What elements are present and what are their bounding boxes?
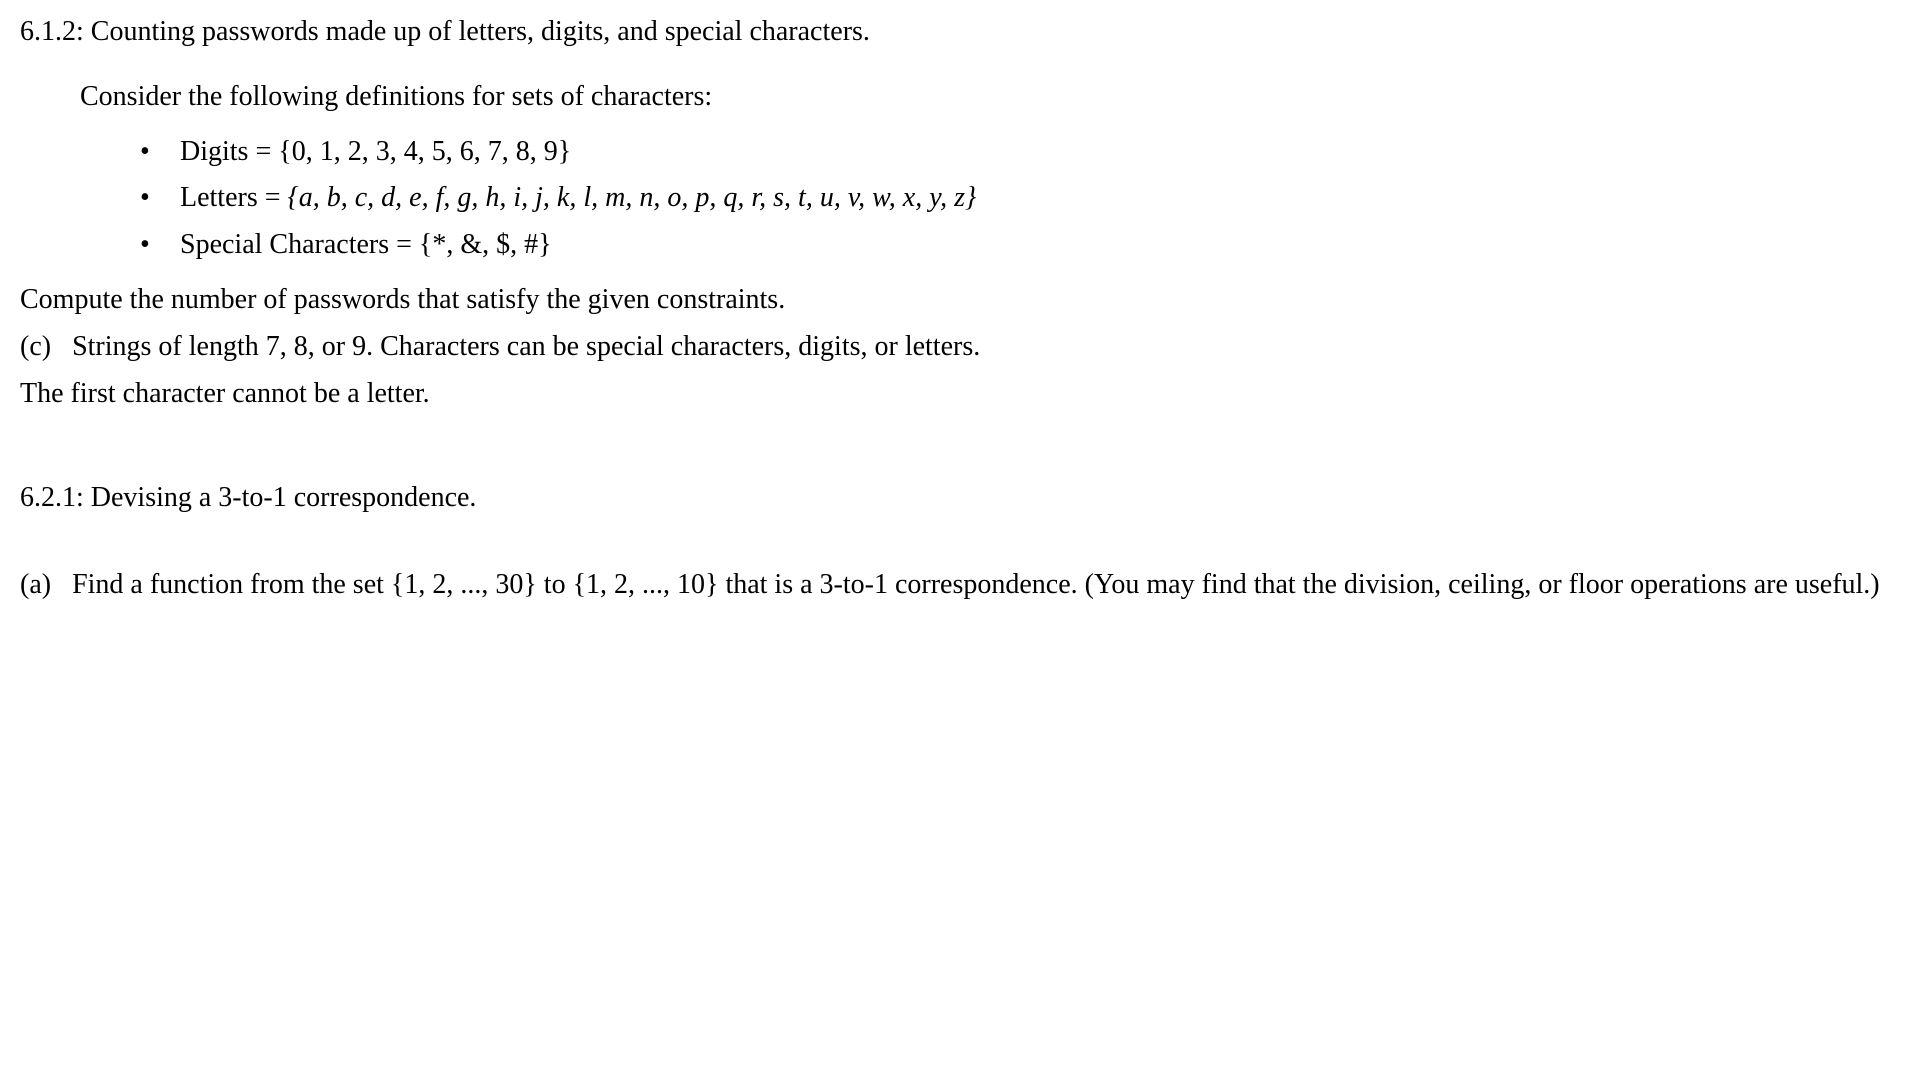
- digits-set: {0, 1, 2, 3, 4, 5, 6, 7, 8, 9}: [278, 136, 571, 167]
- special-label: Special Characters =: [180, 229, 419, 260]
- special-set: {*, &, $, #}: [419, 229, 552, 260]
- problem-title: 6.2.1: Devising a 3-to-1 correspondence.: [20, 476, 1900, 521]
- list-item: Special Characters = {*, &, $, #}: [140, 223, 1900, 268]
- intro-text: Consider the following definitions for s…: [80, 75, 1900, 120]
- part-a-text: (a) Find a function from the set {1, 2, …: [20, 561, 1900, 609]
- letters-set: {a, b, c, d, e, f, g, h, i, j, k, l, m, …: [288, 182, 977, 213]
- list-item: Digits = {0, 1, 2, 3, 4, 5, 6, 7, 8, 9}: [140, 130, 1900, 175]
- problem-6-1-2: 6.1.2: Counting passwords made up of let…: [20, 10, 1900, 416]
- problem-title: 6.1.2: Counting passwords made up of let…: [20, 10, 1900, 55]
- digits-label: Digits =: [180, 136, 278, 167]
- letters-label: Letters =: [180, 182, 288, 213]
- part-c-line1: (c) Strings of length 7, 8, or 9. Charac…: [20, 325, 1900, 370]
- definitions-list: Digits = {0, 1, 2, 3, 4, 5, 6, 7, 8, 9} …: [20, 130, 1900, 268]
- part-c-line2: The first character cannot be a letter.: [20, 372, 1900, 417]
- list-item: Letters = {a, b, c, d, e, f, g, h, i, j,…: [140, 176, 1900, 221]
- problem-6-2-1: 6.2.1: Devising a 3-to-1 correspondence.…: [20, 476, 1900, 608]
- compute-instruction: Compute the number of passwords that sat…: [20, 278, 1900, 323]
